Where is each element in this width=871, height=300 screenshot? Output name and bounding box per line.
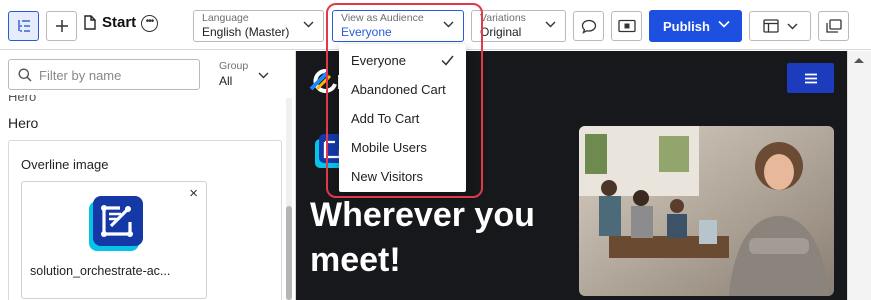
properties-panel: Filter by name Group All Hero Hero Overl…: [0, 51, 296, 300]
publish-button[interactable]: Publish: [649, 10, 742, 42]
open-new-window-button[interactable]: [818, 11, 849, 41]
section-crumb: Hero: [8, 95, 37, 104]
outline-toggle-button[interactable]: [8, 11, 39, 41]
more-options-icon[interactable]: •••: [141, 15, 158, 32]
device-preview-icon: [617, 19, 636, 33]
page-title-text: Start: [102, 14, 137, 31]
variations-select[interactable]: Variations Original: [471, 10, 566, 42]
hamburger-menu-button[interactable]: [787, 63, 834, 93]
preview-device-button[interactable]: [611, 11, 642, 41]
page-title: Start: [84, 14, 136, 31]
layout-menu-button[interactable]: [749, 11, 811, 41]
highlight-annotation: [326, 3, 483, 198]
comment-icon: [581, 19, 596, 34]
preview-scrollbar[interactable]: [847, 51, 871, 300]
group-label: Group: [219, 60, 249, 72]
scrollbar-thumb[interactable]: [286, 206, 292, 300]
chevron-down-icon: [258, 72, 269, 79]
document-icon: [84, 15, 96, 30]
group-value: All: [219, 74, 233, 88]
language-value: English (Master): [202, 25, 290, 39]
hero-headline: Wherever you meet!: [310, 196, 535, 279]
panel-scroll-area: Hero Hero Overline image × solution_orch…: [0, 95, 295, 300]
filter-placeholder: Filter by name: [39, 68, 122, 83]
menu-icon: [804, 73, 817, 83]
scroll-up-icon[interactable]: [854, 57, 864, 64]
add-button[interactable]: [46, 11, 77, 41]
plus-icon: [55, 20, 68, 32]
language-select[interactable]: Language English (Master): [193, 10, 324, 42]
comments-button[interactable]: [573, 11, 604, 41]
language-label: Language: [202, 12, 249, 24]
panel-scrollbar[interactable]: [286, 98, 292, 300]
close-icon[interactable]: ×: [189, 186, 198, 201]
chevron-down-icon: [787, 23, 797, 29]
orchestrate-app-icon: [89, 196, 143, 251]
overline-image-card: Overline image × solution_orchestrate-ac…: [8, 140, 282, 300]
section-heading: Hero: [8, 115, 39, 131]
chevron-down-icon: [545, 21, 556, 28]
image-thumbnail[interactable]: × solution_orchestrate-ac...: [21, 181, 207, 299]
outline-list-icon: [17, 20, 30, 32]
chevron-down-icon: [303, 21, 314, 28]
publish-label: Publish: [663, 18, 710, 34]
layout-icon: [762, 19, 779, 33]
image-file-name: solution_orchestrate-ac...: [30, 264, 171, 278]
card-title: Overline image: [21, 157, 109, 172]
hero-photo-image: [579, 126, 834, 296]
search-icon: [18, 68, 32, 82]
windows-icon: [825, 19, 842, 33]
filter-input[interactable]: Filter by name: [8, 59, 200, 90]
chevron-down-icon[interactable]: [718, 20, 730, 28]
